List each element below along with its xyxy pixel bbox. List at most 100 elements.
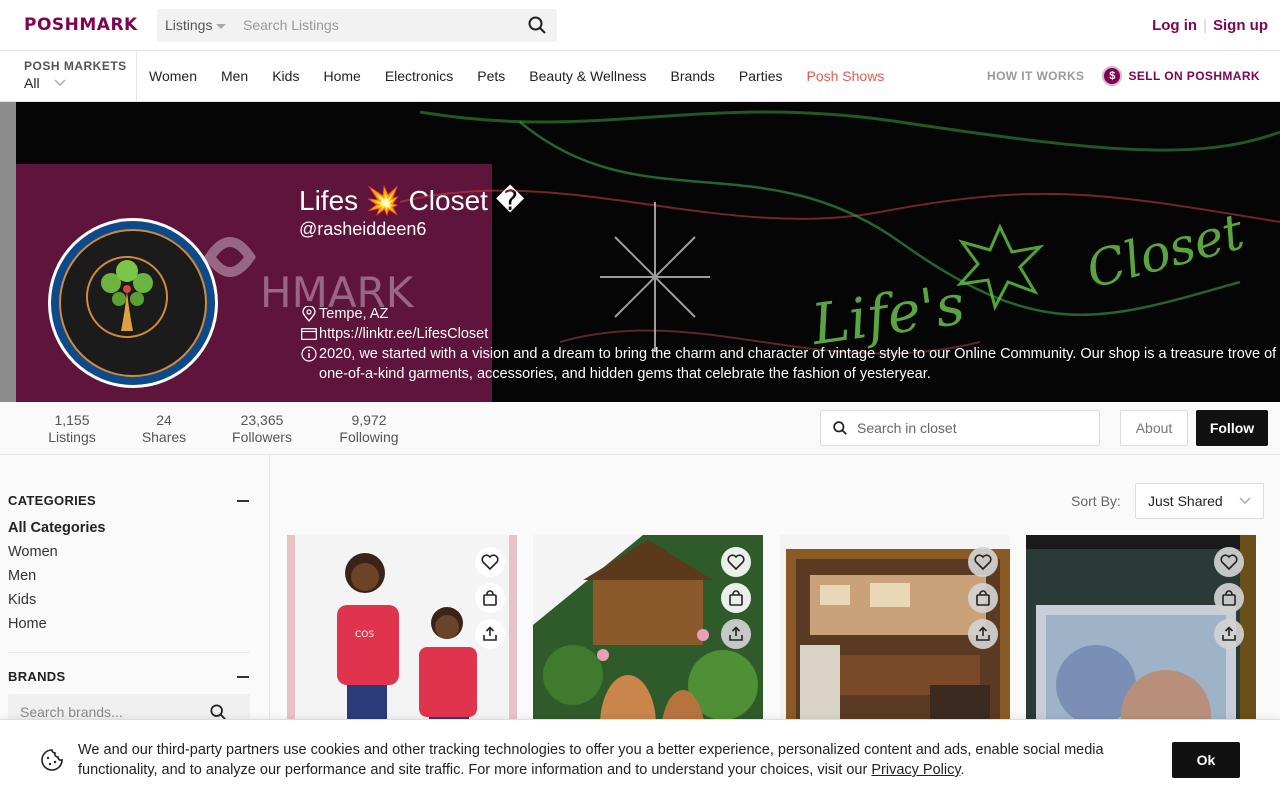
stat-listings[interactable]: 1,155 Listings	[36, 412, 108, 446]
stat-shares[interactable]: 24 Shares	[136, 412, 192, 446]
categories-title: CATEGORIES	[8, 493, 96, 508]
chevron-down-icon	[54, 78, 66, 86]
category-kids[interactable]: Kids	[8, 588, 249, 612]
category-women[interactable]: Women	[8, 540, 249, 564]
minus-icon	[237, 675, 249, 678]
top-header: POSHMARK Listings Log in | Sign up	[0, 0, 1280, 51]
like-button[interactable]	[968, 547, 998, 577]
stat-value: 9,972	[351, 412, 387, 428]
global-search: Listings	[157, 8, 557, 42]
share-button[interactable]	[968, 619, 998, 649]
signup-link[interactable]: Sign up	[1213, 17, 1268, 34]
nav-men[interactable]: Men	[221, 68, 248, 84]
bag-button[interactable]	[1214, 583, 1244, 613]
nav-home[interactable]: Home	[323, 68, 360, 84]
sort-value: Just Shared	[1148, 493, 1223, 509]
search-icon[interactable]	[210, 704, 226, 720]
bag-button[interactable]	[968, 583, 998, 613]
like-button[interactable]	[1214, 547, 1244, 577]
how-it-works-link[interactable]: HOW IT WORKS	[987, 69, 1084, 83]
avatar-logo	[59, 229, 207, 377]
nav-women[interactable]: Women	[149, 68, 197, 84]
stat-following[interactable]: 9,972 Following	[332, 412, 406, 446]
brand-search-input[interactable]	[20, 704, 210, 720]
nav-posh-shows[interactable]: Posh Shows	[806, 68, 884, 84]
nav-electronics[interactable]: Electronics	[385, 68, 453, 84]
caret-down-icon	[216, 24, 227, 29]
search-icon	[528, 16, 546, 34]
cookie-ok-button[interactable]: Ok	[1172, 742, 1240, 778]
chevron-down-icon	[1239, 497, 1251, 505]
bag-icon	[976, 590, 990, 606]
cookie-text: We and our third-party partners use cook…	[78, 740, 1153, 780]
sidebar-divider	[8, 652, 249, 653]
search-type-dropdown[interactable]: Listings	[157, 17, 237, 33]
category-home[interactable]: Home	[8, 612, 249, 636]
nav-kids[interactable]: Kids	[272, 68, 299, 84]
search-type-label: Listings	[165, 17, 213, 33]
cookie-icon	[41, 749, 63, 771]
category-list: All Categories Women Men Kids Home	[8, 516, 249, 636]
share-icon	[1222, 626, 1236, 641]
posh-markets-selector[interactable]: POSH MARKETS All	[0, 50, 137, 102]
share-icon	[976, 626, 990, 641]
closet-search-input[interactable]	[857, 420, 1077, 436]
nav-brands[interactable]: Brands	[671, 68, 715, 84]
stat-value: 24	[156, 412, 172, 428]
share-button[interactable]	[721, 619, 751, 649]
like-button[interactable]	[721, 547, 751, 577]
stat-value: 23,365	[240, 412, 284, 428]
login-link[interactable]: Log in	[1152, 17, 1197, 34]
follow-button[interactable]: Follow	[1196, 410, 1268, 446]
heart-icon	[481, 554, 499, 570]
like-button[interactable]	[475, 547, 505, 577]
closet-handle: @rasheiddeen6	[299, 219, 427, 239]
share-button[interactable]	[475, 619, 505, 649]
avatar-ring	[51, 221, 215, 385]
search-input[interactable]	[237, 17, 517, 33]
closet-name: Lifes 💥 Closet �	[299, 185, 525, 216]
search-button[interactable]	[517, 9, 557, 42]
category-nav: POSH MARKETS All Women Men Kids Home Ele…	[0, 50, 1280, 102]
stat-label: Shares	[141, 429, 187, 445]
auth-divider: |	[1203, 16, 1207, 34]
category-all[interactable]: All Categories	[8, 516, 249, 540]
category-men[interactable]: Men	[8, 564, 249, 588]
bag-button[interactable]	[721, 583, 751, 613]
location-text: Tempe, AZ	[319, 306, 389, 322]
svg-text:COS: COS	[355, 630, 374, 640]
sort-select[interactable]: Just Shared	[1135, 483, 1264, 519]
posh-markets-label: POSH MARKETS	[24, 58, 127, 73]
tree-hand-icon	[86, 256, 168, 338]
search-icon	[833, 421, 847, 435]
about-button[interactable]: About	[1120, 410, 1188, 446]
bag-button[interactable]	[475, 583, 505, 613]
minus-icon	[237, 499, 249, 502]
cookie-banner: We and our third-party partners use cook…	[0, 719, 1280, 800]
nav-parties[interactable]: Parties	[739, 68, 783, 84]
privacy-policy-link[interactable]: Privacy Policy	[871, 762, 960, 778]
categories-header[interactable]: CATEGORIES	[8, 493, 249, 508]
poshmark-logo[interactable]: POSHMARK	[24, 15, 157, 35]
nav-beauty-wellness[interactable]: Beauty & Wellness	[529, 68, 646, 84]
bio-row: 2020, we started with a vision and a dre…	[299, 344, 1279, 384]
info-icon	[299, 344, 319, 364]
tile-actions	[475, 547, 505, 649]
cookie-period: .	[960, 762, 965, 778]
closet-search	[820, 410, 1100, 446]
web-icon	[299, 324, 319, 344]
stat-label: Following	[339, 429, 399, 445]
share-icon	[729, 626, 743, 641]
stat-value: 1,155	[54, 412, 90, 428]
tile-actions	[1214, 547, 1244, 649]
brands-header[interactable]: BRANDS	[8, 669, 249, 684]
nav-pets[interactable]: Pets	[477, 68, 505, 84]
website-link[interactable]: https://linktr.ee/LifesCloset	[319, 324, 488, 344]
heart-icon	[974, 554, 992, 570]
auth-links: Log in | Sign up	[1152, 17, 1268, 34]
pin-icon	[299, 304, 319, 324]
share-button[interactable]	[1214, 619, 1244, 649]
location-row: Tempe, AZ	[299, 304, 388, 324]
stat-followers[interactable]: 23,365 Followers	[226, 412, 298, 446]
sell-on-poshmark-link[interactable]: $ SELL ON POSHMARK	[1102, 66, 1260, 86]
